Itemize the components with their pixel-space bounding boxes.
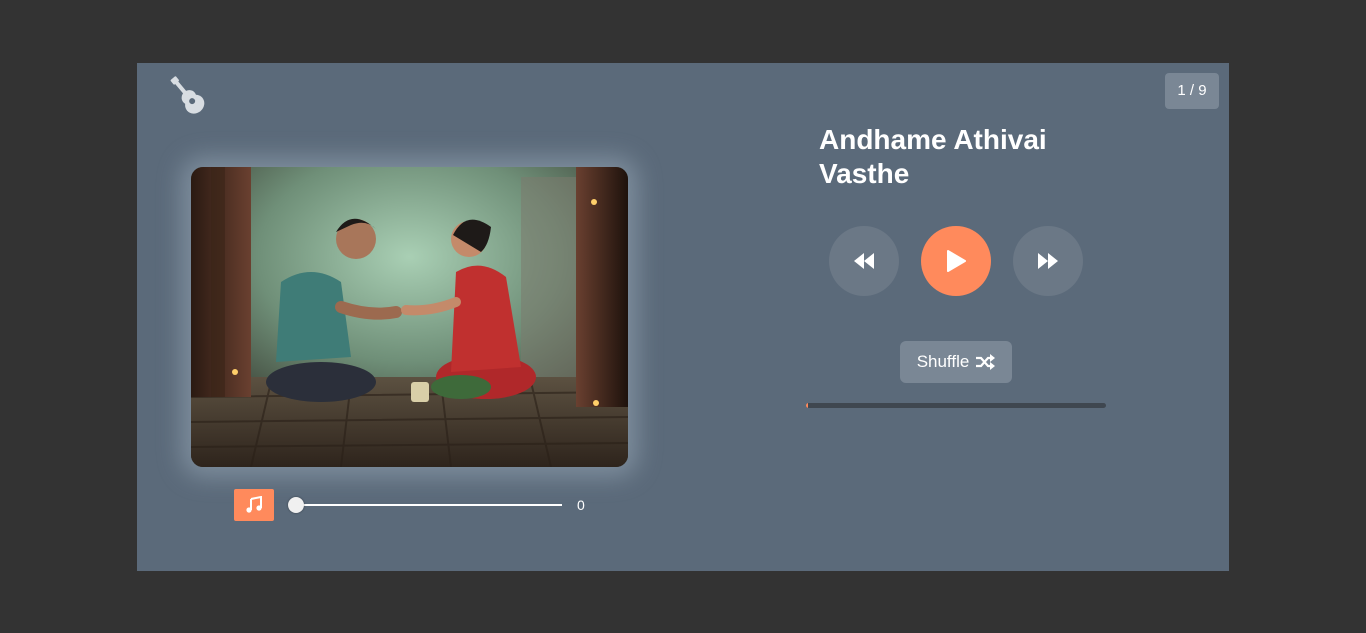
shuffle-icon	[976, 354, 996, 370]
music-note-icon	[246, 496, 262, 513]
play-icon	[947, 250, 966, 272]
previous-button[interactable]	[829, 226, 899, 296]
shuffle-button[interactable]: Shuffle	[900, 341, 1012, 383]
track-progress-bar[interactable]	[806, 403, 1106, 408]
next-button[interactable]	[1013, 226, 1083, 296]
backward-icon	[854, 253, 874, 269]
album-art	[191, 167, 628, 467]
shuffle-label: Shuffle	[916, 352, 970, 371]
track-counter: 1 / 9	[1165, 73, 1219, 109]
volume-button[interactable]	[234, 489, 274, 521]
guitar-icon	[165, 73, 209, 117]
track-progress-fill	[806, 403, 808, 408]
forward-icon	[1038, 253, 1058, 269]
volume-slider-track[interactable]	[291, 504, 562, 506]
track-title: Andhame Athivai Vasthe	[819, 124, 1047, 189]
volume-slider-thumb[interactable]	[288, 497, 304, 513]
volume-value: 0	[577, 497, 585, 513]
music-player: 1 / 9 0 Andhame Athivai Vasthe Shuffle	[137, 63, 1229, 571]
play-button[interactable]	[921, 226, 991, 296]
